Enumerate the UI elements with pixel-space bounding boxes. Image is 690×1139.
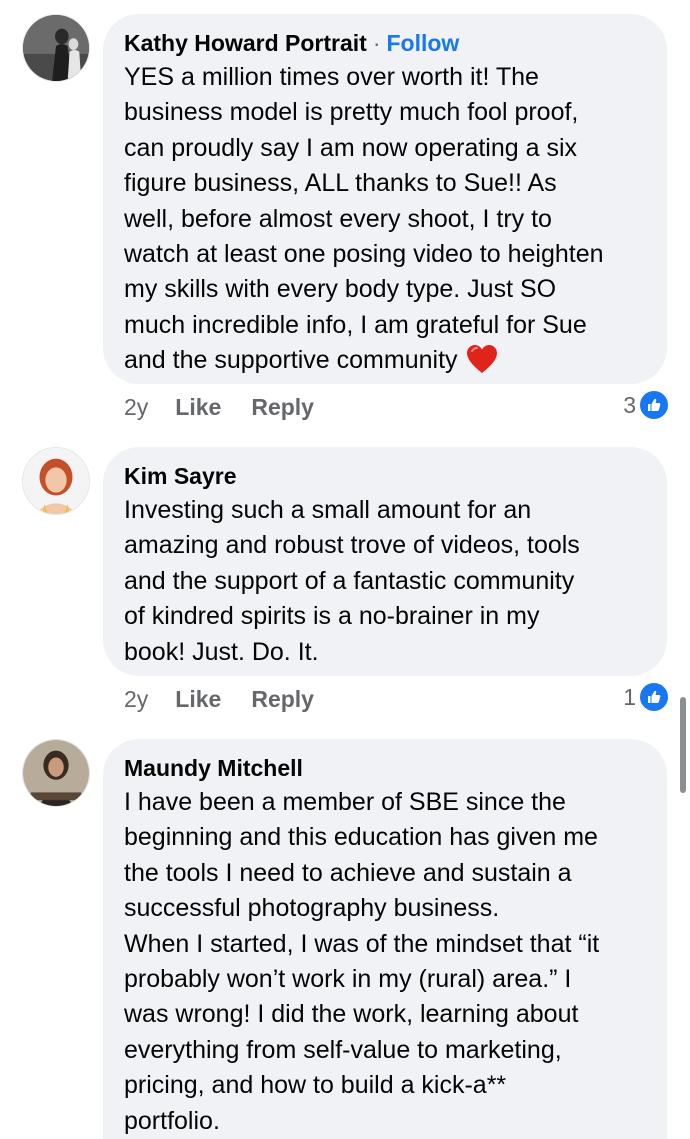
author-name[interactable]: Kim Sayre [124, 463, 237, 489]
comment-text-content: YES a million times over worth it! The b… [124, 63, 604, 375]
thumbs-up-icon [638, 389, 670, 421]
thumbs-up-icon [638, 681, 670, 713]
comment-bubble: Maundy Mitchell I have been a member of … [103, 739, 667, 1139]
comment-bubble: Kim Sayre Investing such a small amount … [103, 447, 667, 676]
avatar-maundy-mitchell[interactable] [22, 739, 90, 807]
author-line: Kathy Howard Portrait · Follow [124, 28, 647, 58]
comment-actions: 2y Like Reply [124, 392, 314, 422]
scrollbar-thumb[interactable] [680, 697, 686, 793]
author-name[interactable]: Maundy Mitchell [124, 755, 303, 781]
comment-actions: 2y Like Reply [124, 684, 314, 714]
reaction-summary[interactable]: 3 [623, 389, 670, 421]
avatar-kim-sayre[interactable] [22, 447, 90, 515]
reaction-count: 3 [623, 391, 636, 418]
avatar-kathy-howard[interactable] [22, 14, 90, 82]
comment-text: YES a million times over worth it! The b… [124, 60, 647, 385]
avatar-photo-maundy [23, 740, 89, 806]
follow-link[interactable]: Follow [387, 30, 460, 56]
reply-button[interactable]: Reply [251, 392, 314, 422]
reply-button[interactable]: Reply [251, 684, 314, 714]
avatar-photo-kathy [23, 15, 89, 81]
comment-bubble: Kathy Howard Portrait · Follow YES a milli… [103, 14, 667, 384]
avatar-photo-kim [23, 448, 89, 514]
reaction-count: 1 [623, 683, 636, 710]
like-button[interactable]: Like [175, 392, 221, 422]
heart-emoji-icon [466, 344, 498, 384]
comments-feed: Kathy Howard Portrait · Follow YES a milli… [0, 0, 690, 1139]
reaction-summary[interactable]: 1 [623, 681, 670, 713]
like-button[interactable]: Like [175, 684, 221, 714]
comment-text: Investing such a small amount for an ama… [124, 496, 580, 666]
comment-timestamp[interactable]: 2y [124, 684, 148, 714]
author-line: Kim Sayre [124, 461, 647, 491]
separator-dot: · [372, 30, 381, 56]
comment-timestamp[interactable]: 2y [124, 392, 148, 422]
author-line: Maundy Mitchell [124, 753, 647, 783]
comment-text: I have been a member of SBE since the be… [124, 788, 600, 1135]
author-name[interactable]: Kathy Howard Portrait [124, 30, 367, 56]
